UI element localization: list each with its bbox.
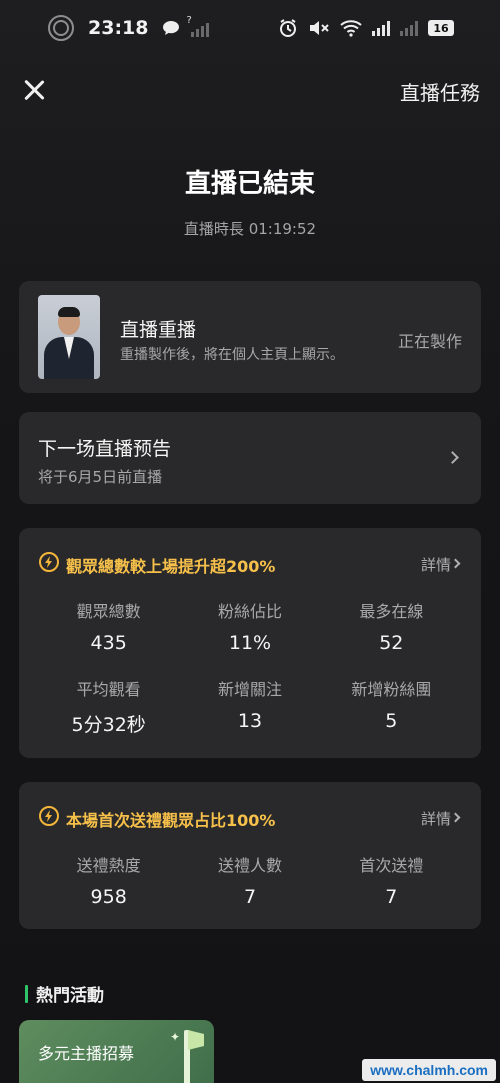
preview-subtitle: 将于6月5日前直播 (38, 468, 163, 486)
alarm-icon (280, 19, 296, 37)
stat-gift-heat: 送禮熱度 958 (38, 852, 179, 908)
replay-thumbnail (38, 295, 100, 379)
chevron-right-icon (446, 451, 459, 464)
stat-label: 最多在線 (359, 602, 424, 621)
replay-card[interactable]: 直播重播 重播製作後，將在個人主頁上顯示。 正在製作 (19, 281, 481, 393)
replay-title: 直播重播 (120, 319, 197, 341)
stat-label: 平均觀看 (76, 680, 141, 699)
stat-new-follows: 新增關注 13 (179, 676, 320, 737)
stat-gifters: 送禮人數 7 (179, 852, 320, 908)
replay-status: 正在製作 (397, 332, 462, 351)
stat-label: 送禮人數 (217, 856, 282, 875)
top-nav: 直播任務 (0, 70, 500, 114)
activity-card[interactable]: 多元主播招募 ✦ (19, 1020, 214, 1083)
stat-value: 13 (237, 710, 263, 732)
stat-value: 52 (379, 632, 404, 654)
lightning-icon (39, 806, 59, 826)
screen-record-icon (48, 15, 74, 41)
stat-value: 958 (90, 886, 127, 908)
lightning-icon (39, 552, 59, 572)
audience-headline: 觀眾總數較上場提升超200% (66, 557, 276, 576)
chat-bubble-icon (163, 21, 180, 35)
signal-icon-2 (400, 20, 418, 36)
signal-icon (372, 20, 390, 36)
stat-label: 送禮熱度 (76, 856, 141, 875)
audience-stats-card: 觀眾總數較上場提升超200% 詳情 觀眾總數 435 粉絲佔比 11% 最多在線… (19, 528, 481, 758)
gift-stats-card: 本場首次送禮觀眾占比100% 詳情 送禮熱度 958 送禮人數 7 首次送禮 7 (19, 782, 481, 929)
live-duration: 直播時長 01:19:52 (183, 220, 317, 238)
stat-label: 粉絲佔比 (217, 602, 282, 621)
replay-description: 重播製作後，將在個人主頁上顯示。 (120, 347, 344, 363)
close-icon[interactable] (22, 78, 46, 102)
stat-first-gift: 首次送禮 7 (321, 852, 462, 908)
hot-activities-header: 熱門活動 (25, 981, 104, 1006)
wifi-icon (340, 20, 362, 37)
stat-label: 新增關注 (217, 680, 282, 699)
stat-new-fan-club: 新增粉絲團 5 (321, 676, 462, 737)
stat-value: 5 (385, 710, 398, 732)
stat-peak-online: 最多在線 52 (321, 598, 462, 654)
live-tasks-link[interactable]: 直播任務 (400, 77, 480, 106)
page-title: 直播已結束 (184, 169, 315, 199)
section-title: 熱門活動 (36, 986, 104, 1006)
no-sim-signal-icon: ? (186, 15, 210, 37)
watermark: www.chalmh.com (362, 1059, 496, 1081)
stat-fan-ratio: 粉絲佔比 11% (179, 598, 320, 654)
preview-title: 下一场直播预告 (38, 438, 172, 460)
audience-details-link[interactable]: 詳情 (421, 554, 451, 575)
battery-indicator: 16 (428, 20, 454, 36)
stat-value: 5分32秒 (71, 714, 146, 736)
next-live-preview-card[interactable]: 下一场直播预告 将于6月5日前直播 (19, 412, 481, 504)
status-bar: 23:18 ? 16 (0, 0, 500, 56)
gift-details-link[interactable]: 詳情 (421, 808, 451, 829)
chevron-right-icon (450, 812, 461, 823)
gift-headline: 本場首次送禮觀眾占比100% (66, 811, 276, 830)
stat-value: 7 (385, 886, 398, 908)
stat-label: 新增粉絲團 (351, 680, 432, 699)
stat-label: 觀眾總數 (76, 602, 141, 621)
stat-value: 435 (90, 632, 127, 654)
mute-icon (310, 21, 329, 35)
status-time: 23:18 (88, 17, 149, 39)
stat-value: 7 (243, 886, 257, 908)
stat-total-viewers: 觀眾總數 435 (38, 598, 179, 654)
stat-avg-watch: 平均觀看 5分32秒 (38, 676, 179, 737)
activity-label: 多元主播招募 (38, 1044, 135, 1063)
flag-icon: ✦ (170, 1024, 204, 1083)
stat-value: 11% (228, 632, 272, 654)
section-accent-bar (25, 984, 28, 1003)
stat-label: 首次送禮 (359, 856, 424, 875)
chevron-right-icon (450, 558, 461, 569)
